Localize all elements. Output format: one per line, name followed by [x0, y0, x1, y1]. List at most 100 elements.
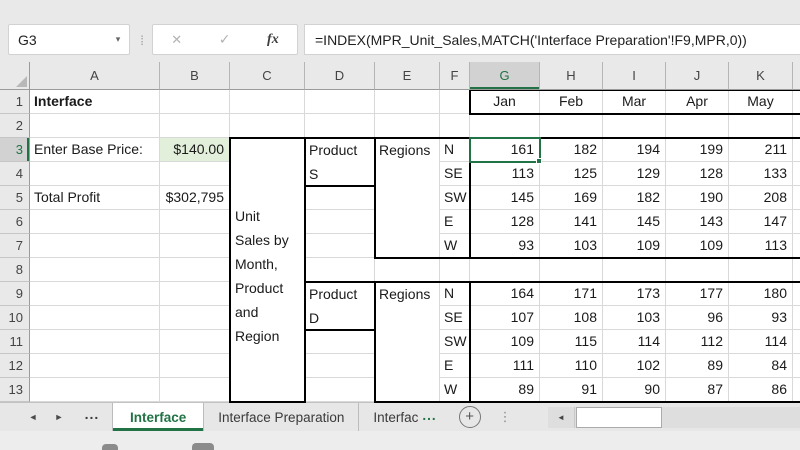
cell-I8[interactable]: [603, 258, 666, 282]
cell-D13[interactable]: [305, 378, 375, 402]
cell-H12[interactable]: 110: [540, 354, 603, 378]
cell-G4[interactable]: 113: [470, 162, 540, 186]
row-header-1[interactable]: 1: [0, 90, 30, 114]
cell-G7[interactable]: 93: [470, 234, 540, 258]
cell-G1[interactable]: Jan: [470, 90, 540, 114]
horizontal-scrollbar[interactable]: ◄: [548, 407, 800, 428]
cell-G2[interactable]: [470, 114, 540, 138]
column-header-C[interactable]: C: [230, 62, 305, 90]
row-header-3[interactable]: 3: [0, 138, 30, 162]
cell-F7[interactable]: W: [440, 234, 470, 258]
merged-cell-product-s[interactable]: Product S: [305, 138, 375, 186]
cell-A12[interactable]: [30, 354, 160, 378]
cell-K8[interactable]: [729, 258, 793, 282]
cell-J10[interactable]: 96: [666, 306, 729, 330]
new-sheet-button[interactable]: +: [459, 406, 481, 428]
cell-B5[interactable]: $302,795: [160, 186, 230, 210]
cell-B1[interactable]: [160, 90, 230, 114]
cell-J11[interactable]: 112: [666, 330, 729, 354]
cell-H8[interactable]: [540, 258, 603, 282]
column-header-E[interactable]: E: [375, 62, 440, 90]
cell-overflow5[interactable]: [793, 186, 800, 210]
cell-A2[interactable]: [30, 114, 160, 138]
cell-I7[interactable]: 109: [603, 234, 666, 258]
cell-B12[interactable]: [160, 354, 230, 378]
row-header-6[interactable]: 6: [0, 210, 30, 234]
cell-C2[interactable]: [230, 114, 305, 138]
sheet-nav-left-icon[interactable]: ◄: [20, 403, 46, 431]
select-all-corner[interactable]: [0, 62, 30, 90]
row-header-9[interactable]: 9: [0, 282, 30, 306]
cell-K11[interactable]: 114: [729, 330, 793, 354]
cell-J6[interactable]: 143: [666, 210, 729, 234]
cell-H11[interactable]: 115: [540, 330, 603, 354]
row-header-12[interactable]: 12: [0, 354, 30, 378]
cell-F12[interactable]: E: [440, 354, 470, 378]
cell-overflow8[interactable]: [793, 258, 800, 282]
cell-B13[interactable]: [160, 378, 230, 402]
cell-F2[interactable]: [440, 114, 470, 138]
cell-overflow3[interactable]: [793, 138, 800, 162]
cell-J5[interactable]: 190: [666, 186, 729, 210]
cell-overflow12[interactable]: [793, 354, 800, 378]
cell-J7[interactable]: 109: [666, 234, 729, 258]
cell-G12[interactable]: 111: [470, 354, 540, 378]
row-header-13[interactable]: 13: [0, 378, 30, 402]
cell-J4[interactable]: 128: [666, 162, 729, 186]
name-box[interactable]: G3 ▾: [8, 24, 130, 55]
cell-H5[interactable]: 169: [540, 186, 603, 210]
cell-overflow2[interactable]: [793, 114, 800, 138]
tab-interface-preparation[interactable]: Interface Preparation: [204, 403, 359, 431]
column-header-J[interactable]: J: [666, 62, 729, 90]
cell-B2[interactable]: [160, 114, 230, 138]
column-header-G[interactable]: G: [470, 62, 540, 90]
cell-F3[interactable]: N: [440, 138, 470, 162]
cell-A1[interactable]: Interface: [30, 90, 160, 114]
cell-K10[interactable]: 93: [729, 306, 793, 330]
cell-H3[interactable]: 182: [540, 138, 603, 162]
cell-D11[interactable]: [305, 330, 375, 354]
formula-input[interactable]: =INDEX(MPR_Unit_Sales,MATCH('Interface P…: [304, 24, 800, 55]
scrollbar-thumb[interactable]: [576, 407, 662, 428]
cell-A7[interactable]: [30, 234, 160, 258]
cell-F9[interactable]: N: [440, 282, 470, 306]
cell-A11[interactable]: [30, 330, 160, 354]
cell-F11[interactable]: SW: [440, 330, 470, 354]
column-header-I[interactable]: I: [603, 62, 666, 90]
cell-J2[interactable]: [666, 114, 729, 138]
row-header-5[interactable]: 5: [0, 186, 30, 210]
cell-overflow13[interactable]: [793, 378, 800, 402]
cell-I2[interactable]: [603, 114, 666, 138]
cell-I5[interactable]: 182: [603, 186, 666, 210]
row-header-2[interactable]: 2: [0, 114, 30, 138]
cell-G5[interactable]: 145: [470, 186, 540, 210]
cell-H9[interactable]: 171: [540, 282, 603, 306]
cell-G10[interactable]: 107: [470, 306, 540, 330]
cell-overflow9[interactable]: [793, 282, 800, 306]
cell-B6[interactable]: [160, 210, 230, 234]
cell-B11[interactable]: [160, 330, 230, 354]
cell-K5[interactable]: 208: [729, 186, 793, 210]
cell-D1[interactable]: [305, 90, 375, 114]
column-header-B[interactable]: B: [160, 62, 230, 90]
cell-K3[interactable]: 211: [729, 138, 793, 162]
cell-G6[interactable]: 128: [470, 210, 540, 234]
cell-D12[interactable]: [305, 354, 375, 378]
cell-A6[interactable]: [30, 210, 160, 234]
cell-I3[interactable]: 194: [603, 138, 666, 162]
cell-overflow7[interactable]: [793, 234, 800, 258]
cell-A4[interactable]: [30, 162, 160, 186]
merged-cell-regions-d[interactable]: Regions: [375, 282, 440, 402]
cell-K12[interactable]: 84: [729, 354, 793, 378]
cell-F10[interactable]: SE: [440, 306, 470, 330]
cell-A9[interactable]: [30, 282, 160, 306]
cell-K1[interactable]: May: [729, 90, 793, 114]
cell-B10[interactable]: [160, 306, 230, 330]
cell-I12[interactable]: 102: [603, 354, 666, 378]
cell-F1[interactable]: [440, 90, 470, 114]
cell-H1[interactable]: Feb: [540, 90, 603, 114]
insert-function-icon[interactable]: fx: [267, 32, 279, 48]
cell-E8[interactable]: [375, 258, 440, 282]
cell-A3[interactable]: Enter Base Price:: [30, 138, 160, 162]
enter-icon[interactable]: ✓: [219, 31, 231, 48]
